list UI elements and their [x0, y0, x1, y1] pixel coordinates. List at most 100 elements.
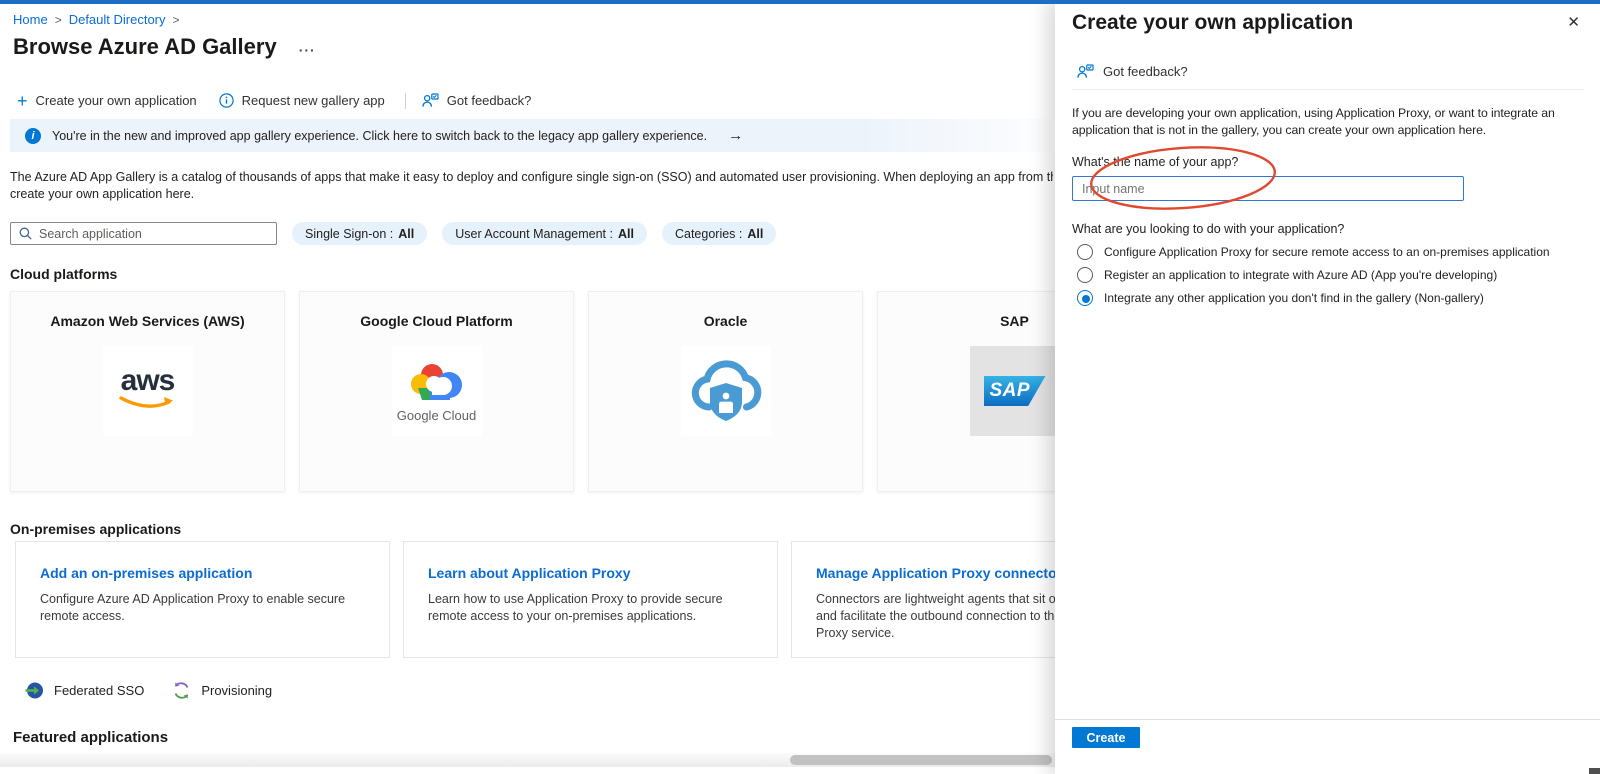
create-your-own-application-panel: Create your own application ✕ Got feedba… [1055, 0, 1600, 774]
aws-logo-text: aws [121, 368, 175, 394]
filter-user-account-management[interactable]: User Account Management : All [442, 222, 647, 245]
horizontal-scrollbar-thumb[interactable] [790, 755, 1052, 765]
oracle-logo [681, 346, 771, 436]
create-your-own-application-label: Create your own application [36, 93, 197, 108]
panel-description: If you are developing your own applicati… [1072, 105, 1578, 139]
application-search-box[interactable] [10, 222, 277, 245]
breadcrumb-directory-link[interactable]: Default Directory [69, 12, 166, 27]
request-new-gallery-app-label: Request new gallery app [242, 93, 385, 108]
aws-logo: aws [103, 346, 193, 436]
panel-divider [1072, 89, 1584, 90]
filter-label: Categories : [675, 227, 742, 241]
filter-categories[interactable]: Categories : All [662, 222, 776, 245]
option-integrate-non-gallery[interactable]: Integrate any other application you don'… [1077, 290, 1484, 306]
google-cloud-wordmark: Google Cloud [397, 408, 477, 423]
federated-sso-icon [25, 681, 44, 700]
banner-text: You're in the new and improved app galle… [52, 129, 707, 143]
cloud-platforms-heading: Cloud platforms [10, 266, 117, 282]
page-title-row: Browse Azure AD Gallery ··· [13, 34, 316, 60]
new-experience-banner[interactable]: i You're in the new and improved app gal… [10, 119, 1051, 152]
arrow-right-icon[interactable]: → [728, 127, 743, 144]
window-corner-mark [1589, 768, 1600, 774]
card-add-on-premises-application[interactable]: Add an on-premises application Configure… [15, 541, 390, 658]
filter-single-sign-on[interactable]: Single Sign-on : All [292, 222, 427, 245]
aws-smile-icon [117, 394, 179, 414]
card-google-cloud-title: Google Cloud Platform [300, 313, 573, 329]
info-filled-icon: i [25, 128, 41, 144]
card-sap[interactable]: SAP SAP [877, 291, 1055, 492]
breadcrumb-chevron-icon: > [55, 13, 62, 27]
option-label: Register an application to integrate wit… [1104, 268, 1497, 282]
card-oracle[interactable]: Oracle [588, 291, 863, 492]
provisioning-label: Provisioning [201, 683, 272, 698]
gallery-description-line2: create your own application here. [10, 186, 1053, 203]
federated-sso-legend-item: Federated SSO [25, 681, 144, 700]
request-new-gallery-app-button[interactable]: Request new gallery app [215, 91, 389, 110]
got-feedback-label: Got feedback? [447, 93, 532, 108]
radio-selected-icon[interactable] [1077, 290, 1093, 306]
info-icon [219, 93, 234, 108]
card-manage-application-proxy-connectors[interactable]: Manage Application Proxy connectors Conn… [791, 541, 1055, 658]
option-register-application[interactable]: Register an application to integrate wit… [1077, 267, 1497, 283]
app-purpose-question: What are you looking to do with your app… [1072, 222, 1344, 236]
feedback-icon [1077, 64, 1094, 79]
toolbar-divider [405, 93, 406, 109]
cloud-platform-cards: Amazon Web Services (AWS) aws Google Clo… [10, 291, 1055, 492]
gallery-description: The Azure AD App Gallery is a catalog of… [10, 169, 1053, 203]
breadcrumb: Home > Default Directory > [13, 12, 180, 27]
on-premises-cards: Add an on-premises application Configure… [15, 541, 1055, 658]
plus-icon: + [17, 94, 28, 108]
oracle-cloud-shield-icon [689, 355, 763, 427]
federated-sso-label: Federated SSO [54, 683, 144, 698]
command-bar: + Create your own application Request ne… [13, 91, 535, 110]
portal-top-strip [0, 0, 1600, 4]
got-feedback-button[interactable]: Got feedback? [418, 91, 536, 110]
breadcrumb-home-link[interactable]: Home [13, 12, 48, 27]
card-body: Connectors are lightweight agents that s… [816, 591, 1055, 642]
provisioning-icon [172, 681, 191, 700]
gallery-description-line1: The Azure AD App Gallery is a catalog of… [10, 169, 1053, 186]
app-name-input[interactable] [1072, 176, 1464, 201]
sap-logo: SAP [970, 346, 1056, 436]
on-premises-heading: On-premises applications [10, 521, 181, 537]
page-title: Browse Azure AD Gallery [13, 34, 277, 60]
card-sap-title: SAP [878, 313, 1055, 329]
close-icon[interactable]: ✕ [1567, 13, 1580, 31]
panel-got-feedback-label: Got feedback? [1103, 64, 1188, 79]
card-google-cloud[interactable]: Google Cloud Platform Google Cloud [299, 291, 574, 492]
gallery-page: Home > Default Directory > Browse Azure … [0, 4, 1055, 774]
option-label: Integrate any other application you don'… [1104, 291, 1484, 305]
search-icon [19, 227, 32, 240]
capability-legend: Federated SSO Provisioning [25, 681, 272, 700]
card-body: Learn how to use Application Proxy to pr… [428, 591, 743, 625]
sap-logo-shape: SAP [984, 376, 1046, 406]
search-input[interactable] [39, 227, 268, 241]
card-body: Configure Azure AD Application Proxy to … [40, 591, 355, 625]
card-link-title[interactable]: Learn about Application Proxy [428, 565, 753, 581]
more-options-icon[interactable]: ··· [299, 36, 316, 58]
option-label: Configure Application Proxy for secure r… [1104, 245, 1550, 259]
google-cloud-logo: Google Cloud [392, 346, 482, 436]
google-cloud-icon [408, 360, 466, 404]
panel-title: Create your own application [1072, 11, 1353, 35]
create-your-own-application-button[interactable]: + Create your own application [13, 91, 201, 110]
radio-unselected-icon[interactable] [1077, 267, 1093, 283]
sap-logo-text: SAP [990, 380, 1031, 402]
filter-label: User Account Management : [455, 227, 613, 241]
card-learn-about-application-proxy[interactable]: Learn about Application Proxy Learn how … [403, 541, 778, 658]
filter-value: All [747, 227, 763, 241]
panel-got-feedback-button[interactable]: Got feedback? [1077, 64, 1188, 79]
filter-value: All [618, 227, 634, 241]
feedback-icon [422, 93, 439, 108]
provisioning-legend-item: Provisioning [172, 681, 272, 700]
breadcrumb-chevron-icon: > [173, 13, 180, 27]
card-link-title[interactable]: Manage Application Proxy connectors [816, 565, 1055, 581]
horizontal-scrollbar-track[interactable] [0, 753, 1055, 767]
radio-unselected-icon[interactable] [1077, 244, 1093, 260]
card-link-title[interactable]: Add an on-premises application [40, 565, 365, 581]
card-aws-title: Amazon Web Services (AWS) [11, 313, 284, 329]
card-aws[interactable]: Amazon Web Services (AWS) aws [10, 291, 285, 492]
option-configure-application-proxy[interactable]: Configure Application Proxy for secure r… [1077, 244, 1550, 260]
card-oracle-title: Oracle [589, 313, 862, 329]
create-button[interactable]: Create [1072, 727, 1140, 748]
